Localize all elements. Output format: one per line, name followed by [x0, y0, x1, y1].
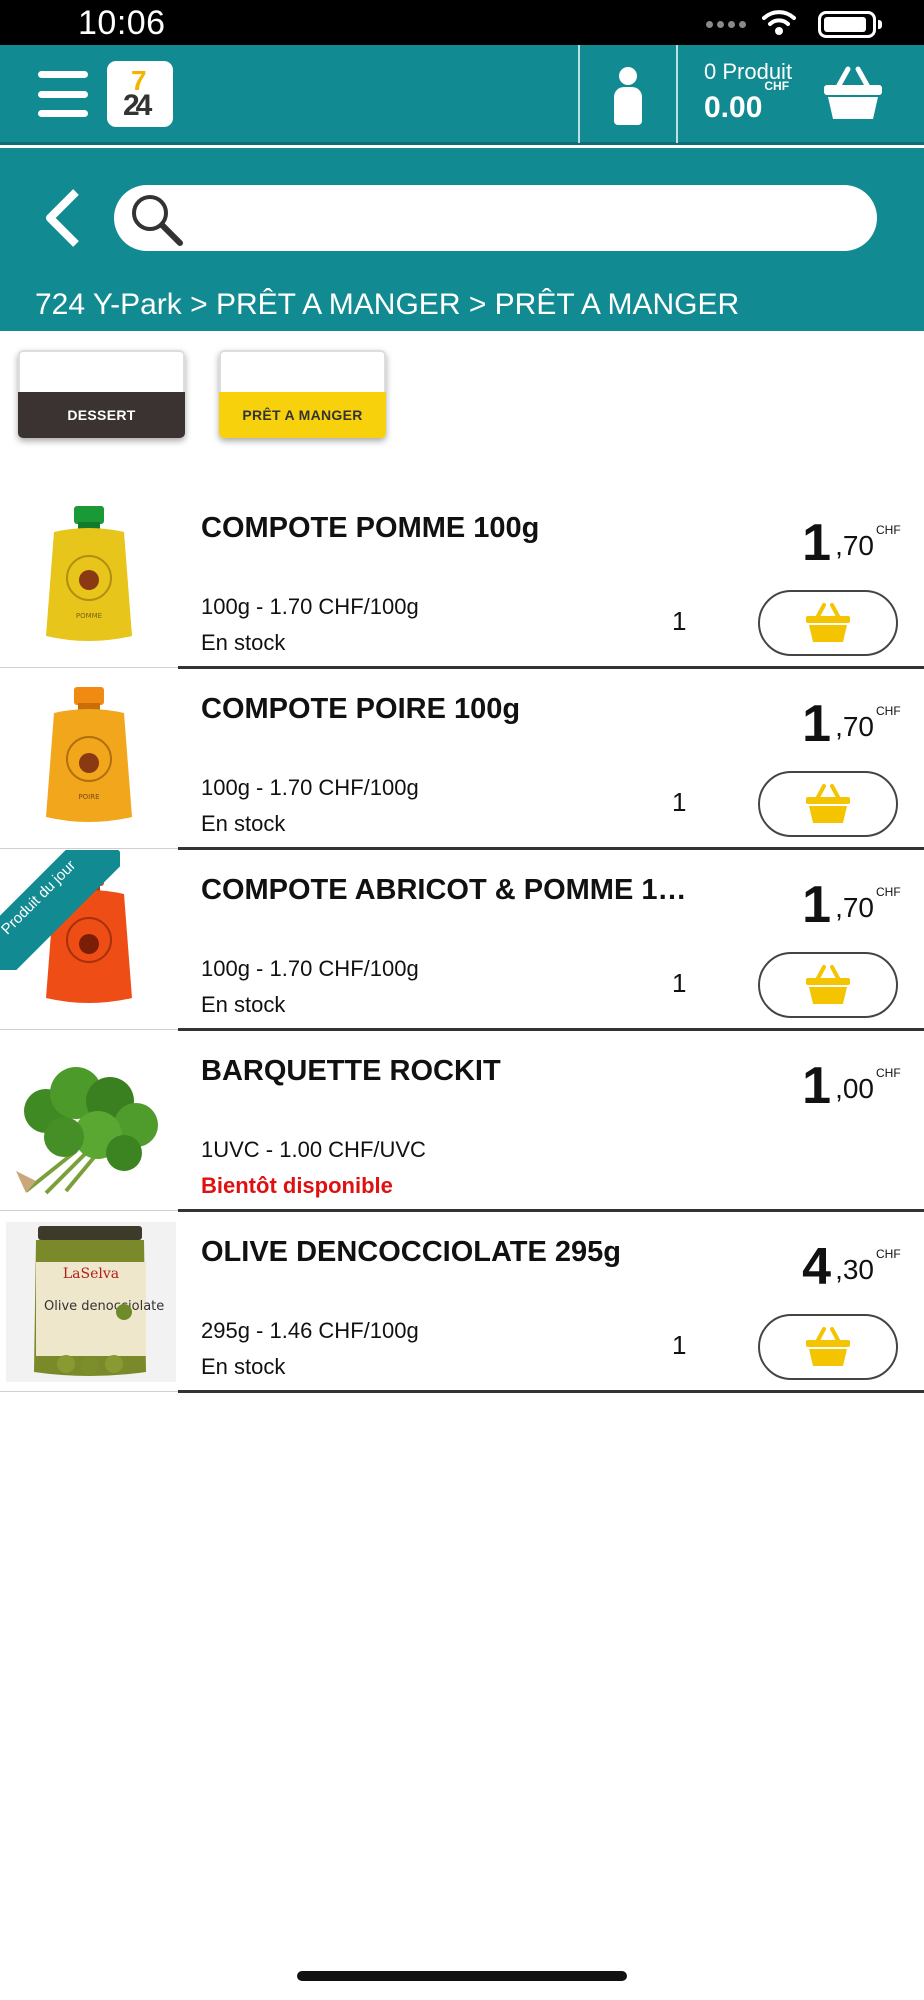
app-logo[interactable]: 7 24 [107, 61, 173, 127]
jar-brand: LaSelva [63, 1266, 119, 1282]
product-name[interactable]: COMPOTE ABRICOT & POMME 1… [201, 874, 687, 907]
jar-label: Olive denocciolate [44, 1299, 164, 1314]
product-price: 1 ,00 CHF [802, 1057, 901, 1115]
product-quantity[interactable]: 1 [672, 968, 686, 999]
add-to-cart-button[interactable] [758, 590, 898, 656]
basket-icon [806, 1327, 850, 1366]
svg-text:POIRE: POIRE [78, 793, 99, 801]
back-arrow-icon[interactable] [42, 188, 82, 248]
basket-icon [806, 965, 850, 1004]
search-icon [132, 195, 183, 246]
product-stock-status: En stock [201, 811, 286, 836]
product-unit-price: 100g - 1.70 CHF/100g [201, 956, 419, 981]
category-chip-label: DESSERT [18, 392, 185, 438]
product-item[interactable]: Produit du jour COMPOTE ABRICOT & POMME … [0, 850, 924, 1031]
divider [578, 45, 580, 143]
add-to-cart-button[interactable] [758, 1314, 898, 1380]
breadcrumb[interactable]: 724 Y-Park > PRÊT A MANGER > PRÊT A MANG… [35, 288, 739, 322]
product-image: POIRE [46, 687, 132, 822]
app-bar: 7 24 0 Produit 0.00CHF [0, 45, 924, 145]
product-unit-price: 295g - 1.46 CHF/100g [201, 1318, 419, 1343]
product-price: 1 ,70 CHF [802, 695, 901, 753]
cart-currency: CHF [764, 79, 790, 93]
product-name[interactable]: COMPOTE POMME 100g [201, 512, 539, 545]
battery-icon [818, 11, 882, 38]
user-account-icon[interactable] [612, 67, 644, 125]
cart-total[interactable]: 0.00CHF [704, 79, 789, 125]
category-chip-dessert[interactable]: DESSERT [18, 350, 185, 438]
product-item[interactable]: BARQUETTE ROCKIT 1 ,00 CHF 1UVC - 1.00 C… [0, 1031, 924, 1212]
product-of-the-day-ribbon: Produit du jour [0, 850, 120, 970]
product-image [16, 1067, 158, 1195]
basket-icon [806, 784, 850, 823]
svg-text:POMME: POMME [76, 612, 102, 620]
status-time: 10:06 [78, 4, 166, 42]
product-item[interactable]: POMME COMPOTE POMME 100g 1 ,70 CHF 100g … [0, 488, 924, 669]
product-name[interactable]: OLIVE DENCOCCIOLATE 295g [201, 1236, 621, 1269]
product-stock-status: En stock [201, 1354, 286, 1379]
product-price: 1 ,70 CHF [802, 876, 901, 934]
status-bar: 10:06 [0, 0, 924, 45]
product-name[interactable]: BARQUETTE ROCKIT [201, 1055, 501, 1088]
signal-icon [706, 21, 746, 28]
hamburger-menu-icon[interactable] [38, 71, 88, 117]
product-price: 1 ,70 CHF [802, 514, 901, 572]
category-chip-label: PRÊT A MANGER [219, 392, 386, 438]
product-stock-status: En stock [201, 630, 286, 655]
product-unit-price: 100g - 1.70 CHF/100g [201, 594, 419, 619]
product-item[interactable]: POIRE COMPOTE POIRE 100g 1 ,70 CHF 100g … [0, 669, 924, 850]
product-unit-price: 100g - 1.70 CHF/100g [201, 775, 419, 800]
basket-icon [806, 603, 850, 642]
product-quantity[interactable]: 1 [672, 787, 686, 818]
add-to-cart-button[interactable] [758, 771, 898, 837]
cart-basket-icon[interactable] [822, 65, 884, 123]
product-image: POMME [46, 506, 132, 641]
product-price: 4 ,30 CHF [802, 1238, 901, 1296]
product-unit-price: 1UVC - 1.00 CHF/UVC [201, 1137, 426, 1162]
product-list: POMME COMPOTE POMME 100g 1 ,70 CHF 100g … [0, 488, 924, 1393]
product-stock-status: Bientôt disponible [201, 1173, 393, 1198]
divider [676, 45, 678, 143]
product-stock-status: En stock [201, 992, 286, 1017]
wifi-icon [762, 10, 796, 35]
product-name[interactable]: COMPOTE POIRE 100g [201, 693, 520, 726]
category-chip-pret-a-manger[interactable]: PRÊT A MANGER [219, 350, 386, 438]
category-chips: DESSERT PRÊT A MANGER [18, 350, 386, 438]
product-quantity[interactable]: 1 [672, 1330, 686, 1361]
product-item[interactable]: LaSelva Olive denocciolate OLIVE DENCOCC… [0, 1212, 924, 1393]
product-quantity[interactable]: 1 [672, 606, 686, 637]
search-input[interactable] [114, 185, 877, 251]
product-image: LaSelva Olive denocciolate [6, 1222, 176, 1382]
ribbon-label: Produit du jour [0, 850, 120, 970]
home-indicator[interactable] [297, 1971, 627, 1981]
add-to-cart-button[interactable] [758, 952, 898, 1018]
search-area: 724 Y-Park > PRÊT A MANGER > PRÊT A MANG… [0, 148, 924, 331]
